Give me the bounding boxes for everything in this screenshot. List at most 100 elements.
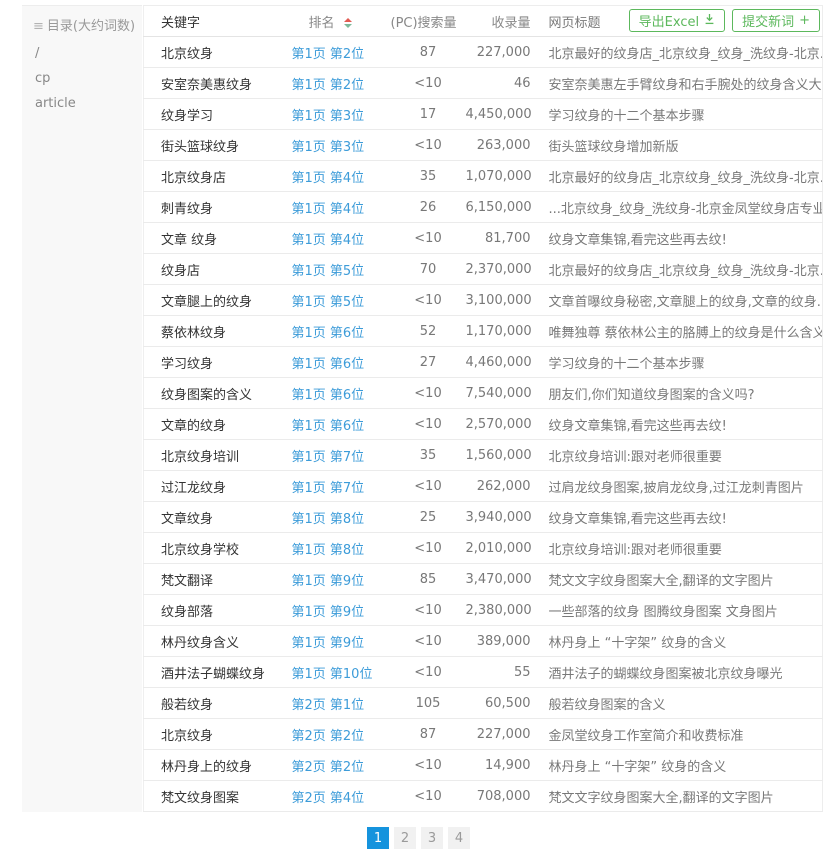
rank-link[interactable]: 第1页 第3位 xyxy=(292,140,365,155)
submit-new-word-label: 提交新词 xyxy=(742,11,794,30)
indexed-count-cell: 4,460,000 xyxy=(466,347,541,378)
search-volume-cell: 26 xyxy=(391,192,466,223)
table-row: 文章 纹身 第1页 第4位 <10 81,700 纹身文章集锦,看完这些再去纹! xyxy=(144,223,823,254)
search-volume-cell: 27 xyxy=(391,347,466,378)
sidebar-title: ≡目录(大约词数) xyxy=(22,6,142,41)
list-icon: ≡ xyxy=(33,19,44,34)
rank-cell: 第2页 第2位 xyxy=(286,750,391,781)
rank-link[interactable]: 第1页 第2位 xyxy=(292,47,365,62)
page-title-cell: 林丹身上 “十字架” 纹身的含义 xyxy=(541,750,823,781)
page-button[interactable]: 4 xyxy=(448,827,470,849)
indexed-count-cell: 55 xyxy=(466,657,541,688)
page-button[interactable]: 1 xyxy=(367,827,389,849)
sidebar-item[interactable]: / xyxy=(22,41,142,66)
indexed-count-cell: 14,900 xyxy=(466,750,541,781)
keyword-cell: 安室奈美惠纹身 xyxy=(144,68,286,99)
indexed-count-cell: 7,540,000 xyxy=(466,378,541,409)
rank-link[interactable]: 第1页 第7位 xyxy=(292,450,365,465)
rank-cell: 第1页 第4位 xyxy=(286,223,391,254)
rank-cell: 第1页 第9位 xyxy=(286,564,391,595)
table-row: 文章腿上的纹身 第1页 第5位 <10 3,100,000 文章首曝纹身秘密,文… xyxy=(144,285,823,316)
search-volume-cell: <10 xyxy=(391,595,466,626)
column-header-keyword: 关键字 xyxy=(144,6,286,37)
search-volume-cell: <10 xyxy=(391,781,466,812)
rank-link[interactable]: 第1页 第9位 xyxy=(292,574,365,589)
keyword-cell: 纹身店 xyxy=(144,254,286,285)
rank-link[interactable]: 第1页 第6位 xyxy=(292,326,365,341)
rank-cell: 第1页 第2位 xyxy=(286,68,391,99)
table-row: 梵文翻译 第1页 第9位 85 3,470,000 梵文文字纹身图案大全,翻译的… xyxy=(144,564,823,595)
keyword-cell: 林丹身上的纹身 xyxy=(144,750,286,781)
rank-link[interactable]: 第1页 第4位 xyxy=(292,202,365,217)
keyword-cell: 过江龙纹身 xyxy=(144,471,286,502)
sidebar-title-label: 目录(大约词数) xyxy=(47,19,135,34)
search-volume-cell: 70 xyxy=(391,254,466,285)
rank-cell: 第1页 第4位 xyxy=(286,192,391,223)
rank-link[interactable]: 第1页 第4位 xyxy=(292,171,365,186)
submit-new-word-button[interactable]: 提交新词 + xyxy=(732,9,820,32)
table-row: 北京纹身 第1页 第2位 87 227,000 北京最好的纹身店_北京纹身_纹身… xyxy=(144,37,823,68)
rank-link[interactable]: 第1页 第6位 xyxy=(292,388,365,403)
rank-link[interactable]: 第1页 第5位 xyxy=(292,264,365,279)
rank-link[interactable]: 第1页 第2位 xyxy=(292,78,365,93)
table-row: 安室奈美惠纹身 第1页 第2位 <10 46 安室奈美惠左手臂纹身和右手腕处的纹… xyxy=(144,68,823,99)
rank-cell: 第1页 第10位 xyxy=(286,657,391,688)
rank-link[interactable]: 第1页 第6位 xyxy=(292,357,365,372)
indexed-count-cell: 262,000 xyxy=(466,471,541,502)
page-button[interactable]: 2 xyxy=(394,827,416,849)
download-icon xyxy=(704,13,715,29)
rank-link[interactable]: 第2页 第4位 xyxy=(292,791,365,806)
search-volume-cell: 87 xyxy=(391,37,466,68)
search-volume-cell: 35 xyxy=(391,161,466,192)
page-title-cell: 酒井法子的蝴蝶纹身图案被北京纹身曝光 xyxy=(541,657,823,688)
rank-cell: 第1页 第9位 xyxy=(286,595,391,626)
indexed-count-cell: 60,500 xyxy=(466,688,541,719)
page-title-cell: 林丹身上 “十字架” 纹身的含义 xyxy=(541,626,823,657)
rank-link[interactable]: 第1页 第3位 xyxy=(292,109,365,124)
table-row: 蔡依林纹身 第1页 第6位 52 1,170,000 唯舞独尊 蔡依林公主的胳膊… xyxy=(144,316,823,347)
column-header-rank[interactable]: 排名 xyxy=(286,6,391,37)
sidebar-item[interactable]: cp xyxy=(22,66,142,91)
sidebar-item[interactable]: article xyxy=(22,91,142,116)
rank-link[interactable]: 第1页 第7位 xyxy=(292,481,365,496)
rank-link[interactable]: 第1页 第8位 xyxy=(292,512,365,527)
export-excel-button[interactable]: 导出Excel xyxy=(629,9,725,32)
indexed-count-cell: 6,150,000 xyxy=(466,192,541,223)
page-title-cell: 北京最好的纹身店_北京纹身_纹身_洗纹身-北京... xyxy=(541,254,823,285)
page-title-cell: 北京纹身培训:跟对老师很重要 xyxy=(541,440,823,471)
indexed-count-cell: 46 xyxy=(466,68,541,99)
rank-link[interactable]: 第1页 第5位 xyxy=(292,295,365,310)
rank-link[interactable]: 第1页 第4位 xyxy=(292,233,365,248)
search-volume-cell: <10 xyxy=(391,130,466,161)
sort-icon-rank[interactable] xyxy=(344,18,352,28)
rank-link[interactable]: 第2页 第2位 xyxy=(292,760,365,775)
rank-cell: 第1页 第5位 xyxy=(286,254,391,285)
keyword-cell: 文章腿上的纹身 xyxy=(144,285,286,316)
search-volume-cell: <10 xyxy=(391,409,466,440)
rank-cell: 第1页 第4位 xyxy=(286,161,391,192)
rank-cell: 第1页 第2位 xyxy=(286,37,391,68)
column-header-volume[interactable]: (PC)搜索量 xyxy=(391,6,466,37)
search-volume-cell: <10 xyxy=(391,750,466,781)
page-button[interactable]: 3 xyxy=(421,827,443,849)
rank-cell: 第2页 第4位 xyxy=(286,781,391,812)
keyword-cell: 纹身学习 xyxy=(144,99,286,130)
indexed-count-cell: 1,560,000 xyxy=(466,440,541,471)
rank-link[interactable]: 第1页 第10位 xyxy=(292,667,373,682)
table-row: 酒井法子蝴蝶纹身 第1页 第10位 <10 55 酒井法子的蝴蝶纹身图案被北京纹… xyxy=(144,657,823,688)
search-volume-cell: 35 xyxy=(391,440,466,471)
rank-link[interactable]: 第2页 第1位 xyxy=(292,698,365,713)
indexed-count-cell: 3,100,000 xyxy=(466,285,541,316)
rank-link[interactable]: 第1页 第8位 xyxy=(292,543,365,558)
rank-link[interactable]: 第2页 第2位 xyxy=(292,729,365,744)
page-title-cell: 学习纹身的十二个基本步骤 xyxy=(541,347,823,378)
indexed-count-cell: 708,000 xyxy=(466,781,541,812)
page-title-cell: 北京最好的纹身店_北京纹身_纹身_洗纹身-北京... xyxy=(541,37,823,68)
indexed-count-cell: 4,450,000 xyxy=(466,99,541,130)
rank-cell: 第1页 第6位 xyxy=(286,378,391,409)
rank-link[interactable]: 第1页 第6位 xyxy=(292,419,365,434)
rank-link[interactable]: 第1页 第9位 xyxy=(292,605,365,620)
rank-link[interactable]: 第1页 第9位 xyxy=(292,636,365,651)
page-title-cell: 过肩龙纹身图案,披肩龙纹身,过江龙刺青图片 xyxy=(541,471,823,502)
keyword-cell: 北京纹身 xyxy=(144,37,286,68)
